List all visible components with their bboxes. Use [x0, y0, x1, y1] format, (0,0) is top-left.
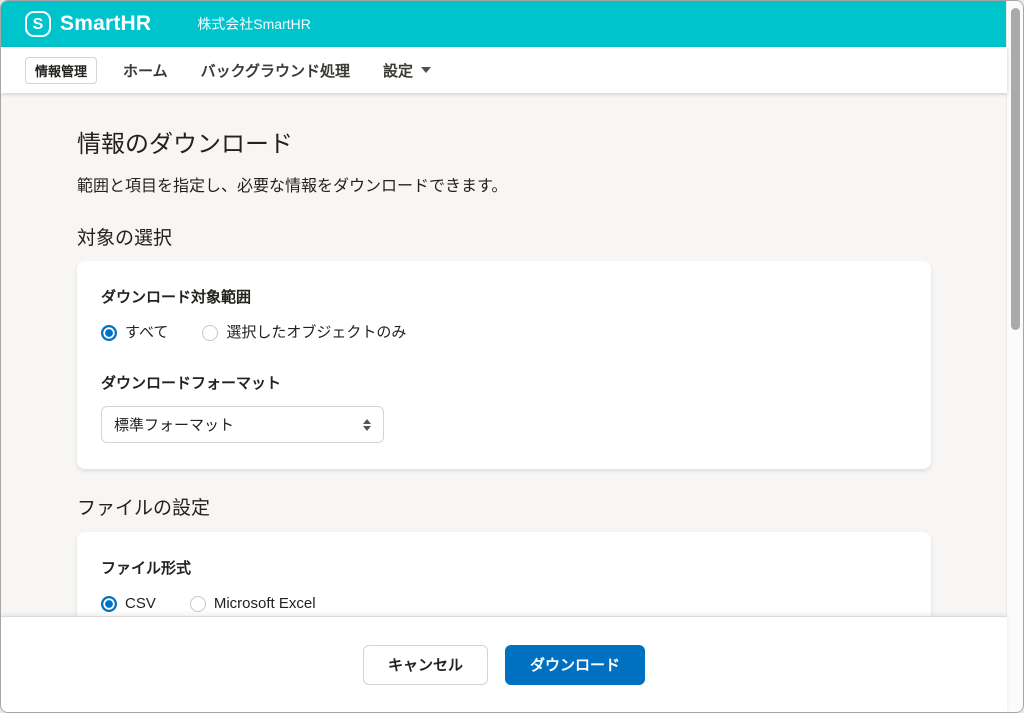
app-header: S SmartHR 株式会社SmartHR: [1, 1, 1007, 47]
radio-selected-icon: [101, 324, 117, 341]
radio-option-excel[interactable]: Microsoft Excel: [189, 593, 316, 614]
smarthr-logo[interactable]: S SmartHR: [25, 11, 151, 37]
radio-selected-icon: [101, 595, 117, 612]
scrollbar[interactable]: [1006, 1, 1023, 712]
app-nav: 情報管理 ホーム バックグラウンド処理 設定: [1, 47, 1007, 93]
nav-item-background-jobs[interactable]: バックグラウンド処理: [201, 60, 350, 81]
nav-item-settings-label: 設定: [382, 62, 413, 80]
radio-option-csv[interactable]: CSV: [101, 593, 156, 614]
chevron-down-icon: [421, 67, 431, 73]
download-range-radio-group: すべて 選択したオブジェクトのみ: [101, 322, 907, 343]
radio-option-all-label: すべて: [125, 324, 169, 342]
smarthr-logo-icon: S: [25, 11, 51, 37]
viewport: S SmartHR 株式会社SmartHR 情報管理 ホーム バックグラウンド処…: [1, 1, 1007, 712]
app-window: S SmartHR 株式会社SmartHR 情報管理 ホーム バックグラウンド処…: [0, 0, 1024, 713]
page-title: 情報のダウンロード: [77, 131, 293, 158]
scrollbar-thumb[interactable]: [1010, 8, 1020, 330]
radio-unselected-icon: [202, 324, 219, 341]
file-format-radio-group: CSV Microsoft Excel: [101, 593, 907, 614]
file-format-label: ファイル形式: [101, 560, 192, 578]
download-format-select[interactable]: 標準フォーマット: [101, 406, 384, 444]
radio-option-excel-label: Microsoft Excel: [213, 595, 316, 613]
radio-option-all[interactable]: すべて: [101, 322, 168, 343]
nav-current-app-badge[interactable]: 情報管理: [25, 56, 98, 84]
radio-option-selected-objects[interactable]: 選択したオブジェクトのみ: [202, 322, 406, 343]
nav-item-home[interactable]: ホーム: [123, 60, 168, 81]
download-format-label: ダウンロードフォーマット: [101, 375, 282, 393]
company-name: 株式会社SmartHR: [197, 16, 311, 32]
download-format-select-value: 標準フォーマット: [114, 417, 235, 435]
radio-option-selected-objects-label: 選択したオブジェクトのみ: [226, 324, 407, 342]
brand-name: SmartHR: [60, 12, 152, 35]
download-range-label: ダウンロード対象範囲: [101, 289, 252, 307]
cancel-button[interactable]: キャンセル: [362, 644, 488, 685]
select-updown-icon: [363, 418, 371, 431]
radio-unselected-icon: [189, 595, 206, 612]
section-heading-target: 対象の選択: [77, 227, 173, 249]
nav-item-settings[interactable]: 設定: [383, 60, 431, 81]
section-heading-file: ファイルの設定: [77, 498, 211, 520]
action-footer: キャンセル ダウンロード: [1, 616, 1007, 712]
download-button[interactable]: ダウンロード: [505, 644, 646, 685]
target-selection-card: ダウンロード対象範囲 すべて 選択したオブジェクトのみ ダウンロードフォーマット…: [77, 261, 931, 470]
page-description: 範囲と項目を指定し、必要な情報をダウンロードできます。: [77, 178, 508, 196]
main-content: 情報のダウンロード 範囲と項目を指定し、必要な情報をダウンロードできます。 対象…: [1, 93, 1007, 703]
radio-option-csv-label: CSV: [125, 595, 156, 613]
